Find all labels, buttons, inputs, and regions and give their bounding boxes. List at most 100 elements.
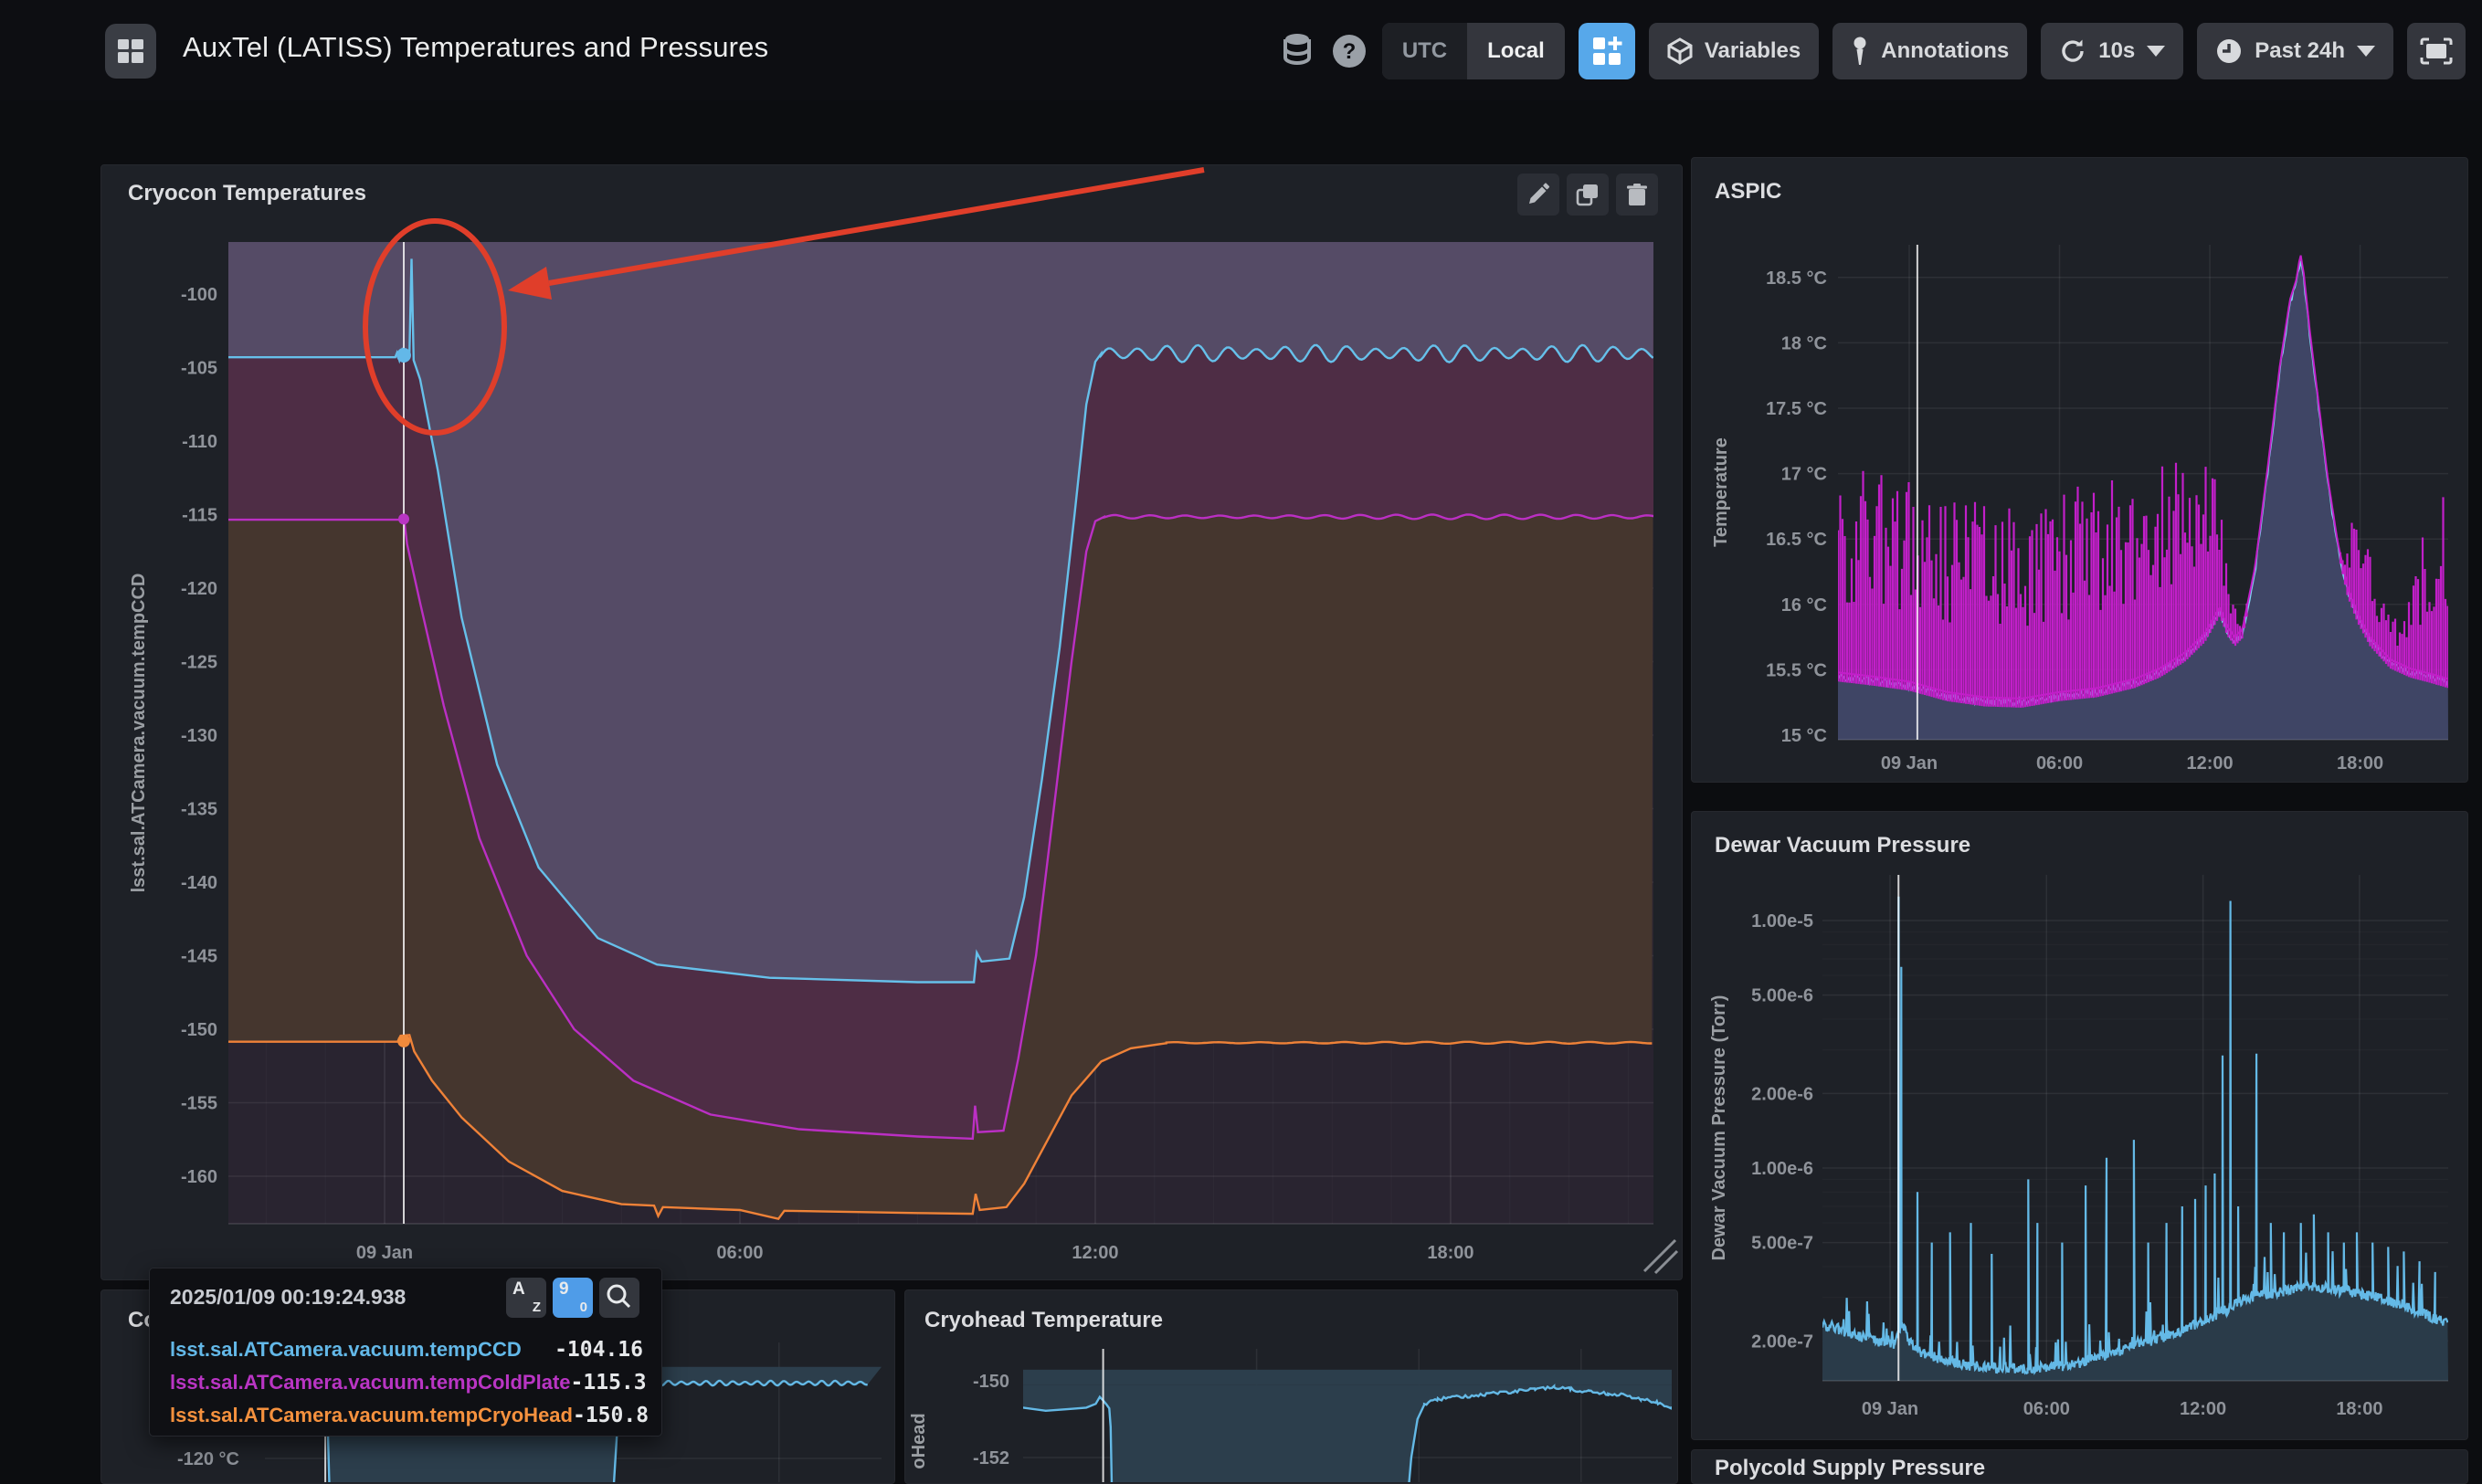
svg-text:-110: -110 <box>182 432 217 452</box>
series-value: -104.16 <box>554 1338 643 1362</box>
time-range-button[interactable]: Past 24h <box>2197 23 2393 79</box>
annotations-label: Annotations <box>1881 38 2009 64</box>
svg-text:-135: -135 <box>181 800 217 820</box>
svg-text:2.00e-7: 2.00e-7 <box>1751 1331 1813 1352</box>
svg-text:-120: -120 <box>181 579 217 599</box>
delete-panel-button[interactable] <box>1616 174 1658 216</box>
clock-icon <box>2215 37 2243 65</box>
cryohead-temperature-chart[interactable]: -150 -152 oHead <box>904 1289 1676 1482</box>
series-name: lsst.sal.ATCamera.vacuum.tempCryoHead <box>170 1404 573 1427</box>
svg-text:-150: -150 <box>181 1020 217 1040</box>
svg-text:1.00e-6: 1.00e-6 <box>1751 1159 1813 1179</box>
grid-icon <box>117 37 144 65</box>
svg-text:-115: -115 <box>182 506 217 526</box>
cryocon-temperatures-chart[interactable]: -100 -105 -110 -115 -120 -125 -130 -135 -140 -145… <box>100 164 1681 1279</box>
kiosk-mode-button[interactable] <box>2407 23 2466 79</box>
panel-toolbar <box>1517 174 1658 216</box>
svg-text:06:00: 06:00 <box>716 1243 763 1263</box>
svg-text:15.5 °C: 15.5 °C <box>1766 660 1827 680</box>
svg-text:5.00e-7: 5.00e-7 <box>1751 1234 1813 1254</box>
svg-text:-150: -150 <box>973 1372 1009 1392</box>
svg-text:12:00: 12:00 <box>2180 1399 2226 1419</box>
series-value: -115.3 <box>571 1371 647 1395</box>
duplicate-panel-button[interactable] <box>1567 174 1609 216</box>
refresh-button[interactable]: 10s <box>2041 23 2183 79</box>
sort-alphabetical-button[interactable]: A Z <box>506 1278 546 1318</box>
app-header: AuxTel (LATISS) Temperatures and Pressur… <box>0 0 2482 100</box>
add-panel-icon <box>1590 35 1623 68</box>
dewar-vacuum-pressure-chart[interactable]: 1.00e-5 5.00e-6 2.00e-6 1.00e-6 5.00e-7 2.00e… <box>1691 811 2466 1438</box>
svg-text:-120 °C: -120 °C <box>177 1449 239 1469</box>
svg-text:17 °C: 17 °C <box>1781 465 1827 485</box>
svg-text:-155: -155 <box>181 1094 217 1114</box>
refresh-interval-label: 10s <box>2098 38 2135 64</box>
kiosk-monitor-icon <box>2420 37 2453 65</box>
svg-text:-125: -125 <box>181 653 217 673</box>
tz-local-option[interactable]: Local <box>1467 23 1565 79</box>
svg-text:16.5 °C: 16.5 °C <box>1766 530 1827 550</box>
tooltip-series-row: lsst.sal.ATCamera.vacuum.tempCCD -104.16 <box>170 1334 643 1365</box>
svg-text:06:00: 06:00 <box>2036 753 2083 774</box>
svg-text:2.00e-6: 2.00e-6 <box>1751 1084 1813 1104</box>
help-icon[interactable]: ? <box>1330 32 1368 70</box>
svg-text:-160: -160 <box>181 1167 217 1187</box>
pencil-icon <box>1526 183 1550 206</box>
tz-utc-option[interactable]: UTC <box>1382 23 1467 79</box>
search-icon <box>599 1278 639 1318</box>
svg-text:-130: -130 <box>181 726 217 746</box>
svg-text:Temperature: Temperature <box>1711 437 1731 547</box>
copy-icon <box>1576 183 1600 206</box>
time-range-label: Past 24h <box>2255 38 2345 64</box>
svg-text:-100: -100 <box>181 285 217 305</box>
svg-text:lsst.sal.ATCamera.vacuum.tempC: lsst.sal.ATCamera.vacuum.tempCCD <box>129 574 149 893</box>
svg-text:18:00: 18:00 <box>2337 753 2383 774</box>
svg-text:1.00e-5: 1.00e-5 <box>1751 911 1813 931</box>
svg-text:17.5 °C: 17.5 °C <box>1766 399 1827 419</box>
tooltip-series-row: lsst.sal.ATCamera.vacuum.tempCryoHead -1… <box>170 1400 643 1431</box>
svg-text:06:00: 06:00 <box>2023 1399 2070 1419</box>
svg-text:5.00e-6: 5.00e-6 <box>1751 986 1813 1006</box>
variables-button[interactable]: Variables <box>1649 23 1819 79</box>
svg-text:09 Jan: 09 Jan <box>1881 753 1938 774</box>
svg-text:oHead: oHead <box>909 1413 929 1468</box>
datasource-icon[interactable] <box>1278 32 1316 70</box>
svg-text:-140: -140 <box>181 873 217 893</box>
svg-text:?: ? <box>1342 39 1356 64</box>
svg-text:16 °C: 16 °C <box>1781 595 1827 616</box>
svg-text:18:00: 18:00 <box>2336 1399 2382 1419</box>
svg-text:12:00: 12:00 <box>1072 1243 1118 1263</box>
annotations-button[interactable]: Annotations <box>1832 23 2027 79</box>
aspic-chart[interactable]: 15 °C 15.5 °C 16 °C 16.5 °C 17 °C 17.5 °C 18 °… <box>1691 157 2466 781</box>
dashboard-apps-icon[interactable] <box>105 24 156 79</box>
tooltip-search-button[interactable] <box>599 1278 639 1318</box>
tooltip-timestamp: 2025/01/09 00:19:24.938 <box>170 1285 406 1310</box>
chevron-down-icon <box>2357 46 2375 57</box>
series-name: lsst.sal.ATCamera.vacuum.tempColdPlate <box>170 1371 571 1395</box>
add-panel-button[interactable] <box>1579 23 1635 79</box>
tooltip-series-row: lsst.sal.ATCamera.vacuum.tempColdPlate -… <box>170 1367 643 1398</box>
timezone-toggle[interactable]: UTC Local <box>1382 23 1565 79</box>
variables-label: Variables <box>1705 38 1801 64</box>
svg-text:18 °C: 18 °C <box>1781 333 1827 353</box>
cube-icon <box>1667 37 1693 65</box>
annotation-pin-icon <box>1851 37 1869 66</box>
svg-text:Dewar Vacuum Pressure (Torr): Dewar Vacuum Pressure (Torr) <box>1709 995 1729 1261</box>
svg-text:09 Jan: 09 Jan <box>1862 1399 1918 1419</box>
svg-text:15 °C: 15 °C <box>1781 726 1827 746</box>
chart-tooltip: 2025/01/09 00:19:24.938 A Z 9 0 lsst.sal… <box>149 1268 662 1437</box>
series-value: -150.8 <box>573 1404 649 1427</box>
refresh-icon <box>2059 37 2086 65</box>
svg-text:09 Jan: 09 Jan <box>356 1243 413 1263</box>
page-title: AuxTel (LATISS) Temperatures and Pressur… <box>183 31 768 64</box>
svg-text:12:00: 12:00 <box>2186 753 2233 774</box>
edit-panel-button[interactable] <box>1517 174 1559 216</box>
svg-text:18:00: 18:00 <box>1427 1243 1473 1263</box>
svg-text:-105: -105 <box>181 359 217 379</box>
chevron-down-icon <box>2147 46 2165 57</box>
sort-numeric-button[interactable]: 9 0 <box>553 1278 593 1318</box>
svg-text:18.5 °C: 18.5 °C <box>1766 268 1827 289</box>
svg-text:-145: -145 <box>181 947 217 967</box>
series-name: lsst.sal.ATCamera.vacuum.tempCCD <box>170 1338 522 1362</box>
svg-text:-152: -152 <box>973 1448 1009 1468</box>
panel-title-polycold[interactable]: Polycold Supply Pressure <box>1715 1456 1985 1481</box>
